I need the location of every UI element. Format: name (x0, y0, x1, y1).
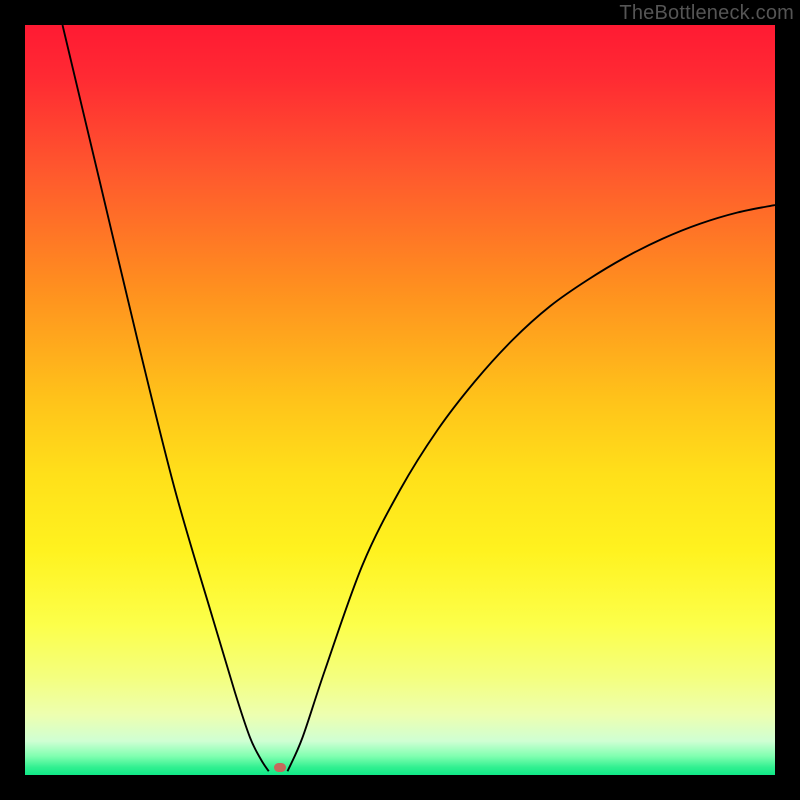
chart-background (25, 25, 775, 775)
watermark: TheBottleneck.com (619, 2, 794, 25)
chart-svg (25, 25, 775, 775)
chart-frame: TheBottleneck.com (0, 0, 800, 800)
optimal-marker (274, 763, 286, 772)
bottleneck-chart (25, 25, 775, 775)
